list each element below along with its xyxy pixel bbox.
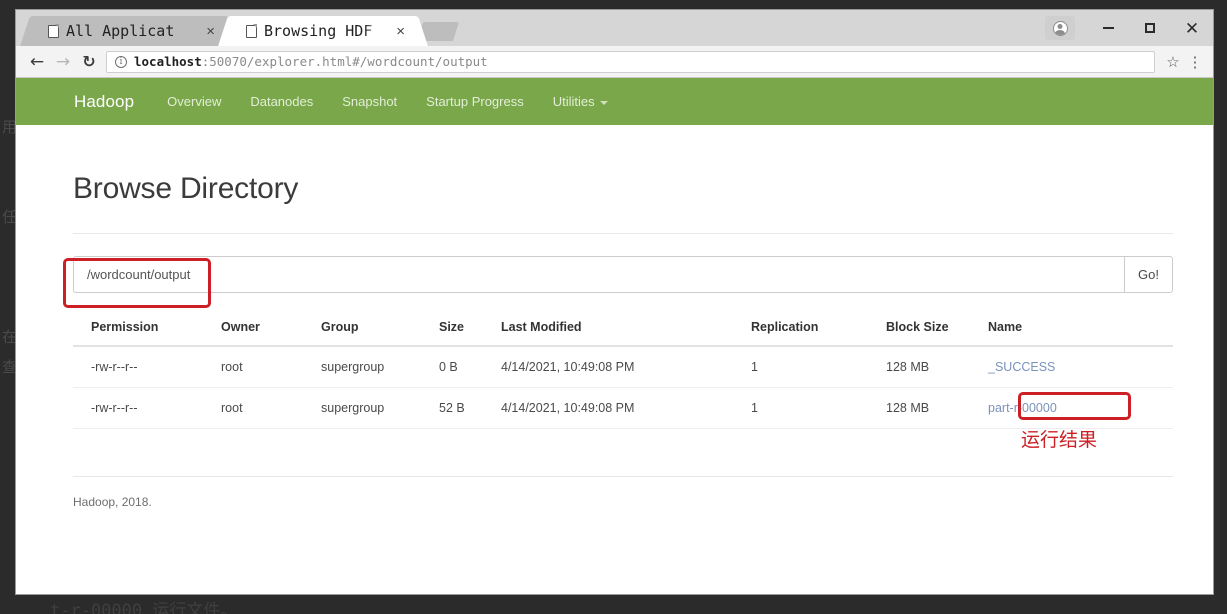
- nav-item-snapshot[interactable]: Snapshot: [342, 94, 397, 109]
- page-favicon-icon: [246, 24, 258, 38]
- cell-group: supergroup: [321, 387, 439, 429]
- close-icon: ✕: [1184, 18, 1200, 38]
- column-header-group[interactable]: Group: [321, 315, 439, 347]
- page-title: Browse Directory: [73, 172, 299, 205]
- window-controls: ✕: [1045, 10, 1213, 46]
- cell-block-size: 128 MB: [886, 346, 984, 388]
- cell-permission: -rw-r--r--: [73, 346, 221, 388]
- column-header-name[interactable]: Name: [984, 315, 1173, 347]
- tab-title: Browsing HDF: [264, 22, 390, 40]
- page-viewport: Hadoop Overview Datanodes Snapshot Start…: [16, 78, 1213, 594]
- bg-line: 在: [2, 328, 18, 346]
- bookmark-star-icon[interactable]: ☆: [1161, 53, 1185, 71]
- nav-item-utilities[interactable]: Utilities: [553, 94, 608, 109]
- title-divider: [73, 233, 1173, 234]
- minimize-window-button[interactable]: [1087, 10, 1129, 46]
- browser-tab-all-applications[interactable]: All Applicat ×: [20, 16, 238, 46]
- column-header-block-size[interactable]: Block Size: [886, 315, 984, 347]
- browser-window: All Applicat × Browsing HDF × ✕ ← → ↻ i …: [16, 10, 1213, 594]
- browser-tab-browsing-hdfs[interactable]: Browsing HDF ×: [218, 16, 428, 46]
- profile-avatar-button[interactable]: [1045, 16, 1075, 40]
- cell-permission: -rw-r--r--: [73, 387, 221, 429]
- cell-owner: root: [221, 387, 321, 429]
- page-footer: Hadoop, 2018.: [73, 495, 152, 509]
- column-header-permission[interactable]: Permission: [73, 315, 221, 347]
- column-header-size[interactable]: Size: [439, 315, 501, 347]
- bg-line: 查: [2, 358, 18, 376]
- nav-item-overview[interactable]: Overview: [167, 94, 221, 109]
- avatar-icon: [1052, 20, 1068, 36]
- chevron-down-icon: [599, 100, 608, 105]
- footer-divider: [73, 476, 1173, 477]
- page-favicon-icon: [48, 24, 60, 38]
- tab-title: All Applicat: [66, 22, 200, 40]
- table-row: -rw-r--r-- root supergroup 52 B 4/14/202…: [73, 387, 1173, 429]
- url-text: localhost:50070/explorer.html#/wordcount…: [134, 54, 488, 69]
- annotation-label-result: 运行结果: [1021, 429, 1098, 451]
- address-bar[interactable]: i localhost:50070/explorer.html#/wordcou…: [106, 50, 1155, 73]
- hadoop-brand-link[interactable]: Hadoop: [74, 92, 134, 112]
- cell-replication: 1: [751, 387, 886, 429]
- directory-path-bar: Go!: [73, 256, 1173, 293]
- maximize-window-button[interactable]: [1129, 10, 1171, 46]
- nav-item-utilities-label: Utilities: [552, 94, 595, 109]
- browser-toolbar: ← → ↻ i localhost:50070/explorer.html#/w…: [16, 46, 1213, 78]
- cell-group: supergroup: [321, 346, 439, 388]
- forward-icon[interactable]: →: [50, 49, 76, 75]
- desktop-background: 用 任 在 查 t-r-00000 运行文件。 All Applicat × B…: [0, 0, 1227, 614]
- table-header: Permission Owner Group Size Last Modifie…: [73, 315, 1173, 347]
- reload-icon[interactable]: ↻: [76, 49, 102, 75]
- url-host: localhost: [134, 54, 202, 69]
- background-terminal-bottom-text: t-r-00000 运行文件。: [50, 601, 238, 614]
- chrome-menu-icon[interactable]: ⋮: [1185, 53, 1205, 71]
- background-terminal-left-text: 用 任 在 查: [2, 112, 17, 382]
- maximize-icon: [1145, 23, 1155, 33]
- bg-line: 任: [2, 208, 18, 226]
- tab-close-icon[interactable]: ×: [203, 23, 218, 40]
- table-row: -rw-r--r-- root supergroup 0 B 4/14/2021…: [73, 346, 1173, 388]
- table-header-row: Permission Owner Group Size Last Modifie…: [73, 315, 1173, 347]
- url-path: :50070/explorer.html#/wordcount/output: [201, 54, 488, 69]
- file-link-part-r-00000[interactable]: part-r-00000: [988, 401, 1057, 415]
- go-button[interactable]: Go!: [1124, 256, 1173, 293]
- hadoop-navbar: Hadoop Overview Datanodes Snapshot Start…: [16, 78, 1213, 125]
- cell-name: part-r-00000: [984, 387, 1173, 429]
- cell-size: 0 B: [439, 346, 501, 388]
- column-header-owner[interactable]: Owner: [221, 315, 321, 347]
- cell-owner: root: [221, 346, 321, 388]
- cell-block-size: 128 MB: [886, 387, 984, 429]
- table-body: -rw-r--r-- root supergroup 0 B 4/14/2021…: [73, 346, 1173, 429]
- cell-last-modified: 4/14/2021, 10:49:08 PM: [501, 346, 751, 388]
- cell-last-modified: 4/14/2021, 10:49:08 PM: [501, 387, 751, 429]
- page-info-icon[interactable]: i: [115, 55, 127, 68]
- nav-item-datanodes[interactable]: Datanodes: [250, 94, 313, 109]
- tab-close-icon[interactable]: ×: [393, 23, 408, 40]
- cell-name: _SUCCESS: [984, 346, 1173, 388]
- file-link-success[interactable]: _SUCCESS: [988, 360, 1055, 374]
- cell-size: 52 B: [439, 387, 501, 429]
- tab-strip: All Applicat × Browsing HDF × ✕: [16, 10, 1213, 46]
- close-window-button[interactable]: ✕: [1171, 10, 1213, 46]
- directory-listing-table: Permission Owner Group Size Last Modifie…: [73, 315, 1173, 429]
- directory-path-input[interactable]: [73, 256, 1125, 293]
- bg-line: 用: [2, 118, 18, 136]
- nav-item-startup-progress[interactable]: Startup Progress: [426, 94, 524, 109]
- minimize-icon: [1102, 27, 1114, 29]
- column-header-replication[interactable]: Replication: [751, 315, 886, 347]
- cell-replication: 1: [751, 346, 886, 388]
- tab-left-edge: [20, 16, 44, 46]
- page-content: Browse Directory Go! Permission Owner Gr…: [16, 172, 1213, 509]
- back-icon[interactable]: ←: [24, 49, 50, 75]
- column-header-last-modified[interactable]: Last Modified: [501, 315, 751, 347]
